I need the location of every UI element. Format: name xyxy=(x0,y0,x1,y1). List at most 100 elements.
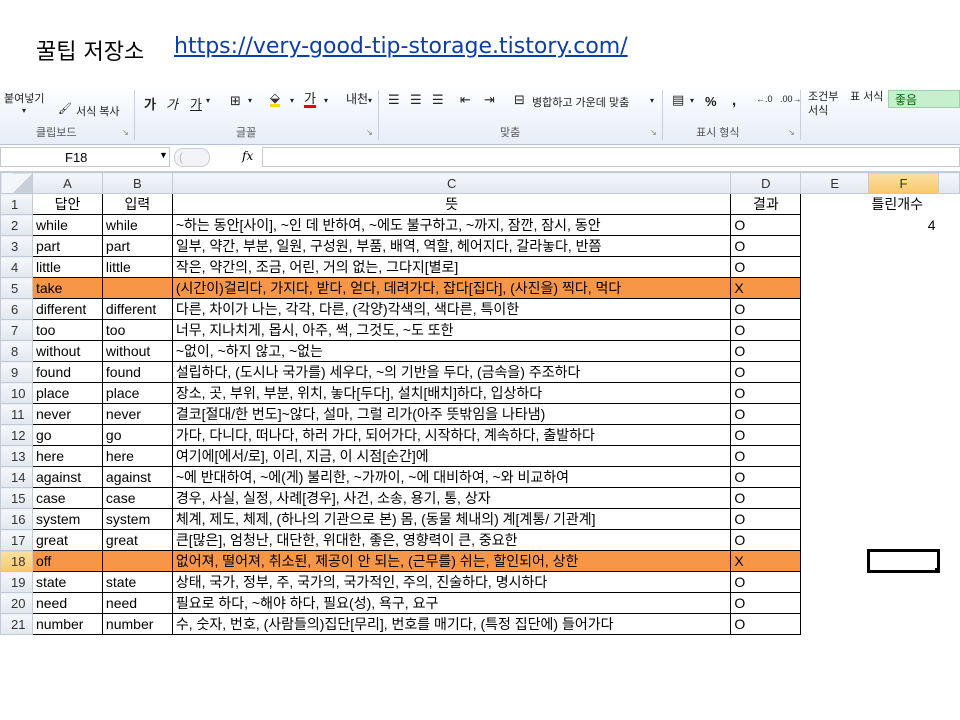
merge-center-button[interactable]: 병합하고 가운데 맞춤 xyxy=(532,94,629,110)
result-cell[interactable]: O xyxy=(730,424,802,446)
cell[interactable] xyxy=(938,362,959,383)
border-icon[interactable]: ⊞ xyxy=(230,93,241,109)
wrong-count-cell[interactable] xyxy=(869,488,939,509)
result-cell[interactable]: O xyxy=(730,256,802,278)
font-launcher-icon[interactable]: ↘ xyxy=(366,128,373,137)
cell[interactable] xyxy=(801,257,869,278)
wrong-count-cell[interactable] xyxy=(869,593,939,614)
meaning-cell[interactable]: 필요로 하다, ~해야 하다, 필요(성), 욕구, 요구 xyxy=(171,592,732,614)
result-cell[interactable]: O xyxy=(730,214,802,236)
meaning-cell[interactable]: 상태, 국가, 정부, 주, 국가의, 국가적인, 주의, 진술하다, 명시하다 xyxy=(171,571,732,593)
cell[interactable] xyxy=(801,509,869,530)
result-cell[interactable]: O xyxy=(730,508,802,530)
answer-cell[interactable]: number xyxy=(31,613,103,635)
wrong-count-cell[interactable] xyxy=(869,509,939,530)
comma-button[interactable]: , xyxy=(732,92,736,109)
wrong-count-cell[interactable] xyxy=(869,257,939,278)
meaning-cell[interactable]: 결코[절대/한 번도]~않다, 설마, 그럴 리가(아주 뜻밖임을 나타냄) xyxy=(171,403,732,425)
align-center-icon[interactable]: ☰ xyxy=(410,92,422,108)
row-header[interactable]: 10 xyxy=(0,382,33,404)
wrong-count-cell[interactable] xyxy=(869,572,939,593)
cell[interactable] xyxy=(938,446,959,467)
phonetic-icon[interactable]: 내천 xyxy=(346,90,368,107)
answer-cell[interactable]: go xyxy=(31,424,103,446)
cell[interactable] xyxy=(801,530,869,551)
answer-cell[interactable]: never xyxy=(31,403,103,425)
cell[interactable] xyxy=(938,194,959,215)
input-cell[interactable]: case xyxy=(101,487,173,509)
result-cell[interactable]: O xyxy=(730,487,802,509)
row-header[interactable]: 6 xyxy=(0,298,33,320)
header-cell-answer[interactable]: 답안 xyxy=(31,193,103,215)
row-header[interactable]: 16 xyxy=(0,508,33,530)
meaning-cell[interactable]: 수, 숫자, 번호, (사람들의)집단[무리], 번호를 매기다, (특정 집단… xyxy=(171,613,732,635)
cell[interactable] xyxy=(938,488,959,509)
meaning-cell[interactable]: ~하는 동안[사이], ~인 데 반하여, ~에도 불구하고, ~까지, 잠깐,… xyxy=(171,214,732,236)
meaning-cell[interactable]: 체계, 제도, 체제, (하나의 기관으로 본) 몸, (동물 체내의) 계[계… xyxy=(171,508,732,530)
wrong-count-cell[interactable] xyxy=(869,362,939,383)
accounting-format-icon[interactable]: ▤ xyxy=(672,92,684,108)
column-header-e[interactable]: E xyxy=(800,172,870,194)
cell[interactable] xyxy=(938,215,959,236)
answer-cell[interactable]: different xyxy=(31,298,103,320)
wrong-count-cell[interactable] xyxy=(869,341,939,362)
result-cell[interactable]: O xyxy=(730,235,802,257)
percent-button[interactable]: % xyxy=(705,94,717,109)
input-cell[interactable]: need xyxy=(101,592,173,614)
result-cell[interactable]: O xyxy=(730,529,802,551)
row-header[interactable]: 18 xyxy=(0,550,33,572)
result-cell[interactable]: O xyxy=(730,382,802,404)
answer-cell[interactable]: without xyxy=(31,340,103,362)
answer-cell[interactable]: found xyxy=(31,361,103,383)
wrong-count-cell[interactable] xyxy=(869,383,939,404)
input-cell[interactable]: different xyxy=(101,298,173,320)
meaning-cell[interactable]: ~에 반대하여, ~에(게) 불리한, ~가까이, ~에 대비하여, ~와 비교… xyxy=(171,466,732,488)
increase-indent-icon[interactable]: ⇥ xyxy=(484,92,495,108)
bold-button[interactable]: 가 xyxy=(144,94,156,113)
cell[interactable] xyxy=(801,341,869,362)
merge-icon[interactable]: ⊟ xyxy=(514,92,525,108)
fill-dropdown-icon[interactable]: ▾ xyxy=(290,96,294,105)
cell[interactable] xyxy=(801,488,869,509)
decrease-decimal-icon[interactable]: .00→ xyxy=(780,94,802,104)
column-header-b[interactable]: B xyxy=(101,172,173,194)
header-cell-wrong-count[interactable]: 틀린개수 xyxy=(869,194,939,215)
result-cell[interactable]: X xyxy=(730,550,802,572)
answer-cell[interactable]: too xyxy=(31,319,103,341)
answer-cell[interactable]: while xyxy=(31,214,103,236)
increase-decimal-icon[interactable]: ←.0 xyxy=(756,94,773,104)
row-header[interactable]: 2 xyxy=(0,214,33,236)
meaning-cell[interactable]: 너무, 지나치게, 몹시, 아주, 썩, 그것도, ~도 또한 xyxy=(171,319,732,341)
result-cell[interactable]: O xyxy=(730,613,802,635)
input-cell[interactable]: place xyxy=(101,382,173,404)
input-cell[interactable] xyxy=(101,550,173,572)
number-launcher-icon[interactable]: ↘ xyxy=(788,128,795,137)
answer-cell[interactable]: state xyxy=(31,571,103,593)
input-cell[interactable]: too xyxy=(101,319,173,341)
header-cell-result[interactable]: 결과 xyxy=(730,193,802,215)
input-cell[interactable]: while xyxy=(101,214,173,236)
input-cell[interactable]: number xyxy=(101,613,173,635)
cell-style-good[interactable]: 좋음 xyxy=(888,90,960,108)
wrong-count-cell[interactable] xyxy=(869,236,939,257)
meaning-cell[interactable]: 여기에[에서/로], 이리, 지금, 이 시점[순간]에 xyxy=(171,445,732,467)
cell[interactable] xyxy=(801,614,869,635)
cell[interactable] xyxy=(938,320,959,341)
cell[interactable] xyxy=(938,404,959,425)
meaning-cell[interactable]: (시간이)걸리다, 가지다, 받다, 얻다, 데려가다, 잡다[집다], (사진… xyxy=(171,277,732,299)
merge-dropdown-icon[interactable]: ▾ xyxy=(650,96,654,105)
row-header[interactable]: 5 xyxy=(0,277,33,299)
meaning-cell[interactable]: 일부, 약간, 부분, 일원, 구성원, 부품, 배역, 역할, 헤어지다, 갈… xyxy=(171,235,732,257)
cell[interactable] xyxy=(938,572,959,593)
wrong-count-cell[interactable] xyxy=(869,467,939,488)
answer-cell[interactable]: part xyxy=(31,235,103,257)
result-cell[interactable]: O xyxy=(730,319,802,341)
result-cell[interactable]: O xyxy=(730,592,802,614)
meaning-cell[interactable]: 작은, 약간의, 조금, 어린, 거의 없는, 그다지[별로] xyxy=(171,256,732,278)
meaning-cell[interactable]: 가다, 다니다, 떠나다, 하러 가다, 되어가다, 시작하다, 계속하다, 출… xyxy=(171,424,732,446)
row-header[interactable]: 12 xyxy=(0,424,33,446)
decrease-indent-icon[interactable]: ⇤ xyxy=(460,92,471,108)
cell[interactable] xyxy=(801,278,869,299)
align-right-icon[interactable]: ☰ xyxy=(432,92,444,108)
wrong-count-cell[interactable] xyxy=(869,425,939,446)
